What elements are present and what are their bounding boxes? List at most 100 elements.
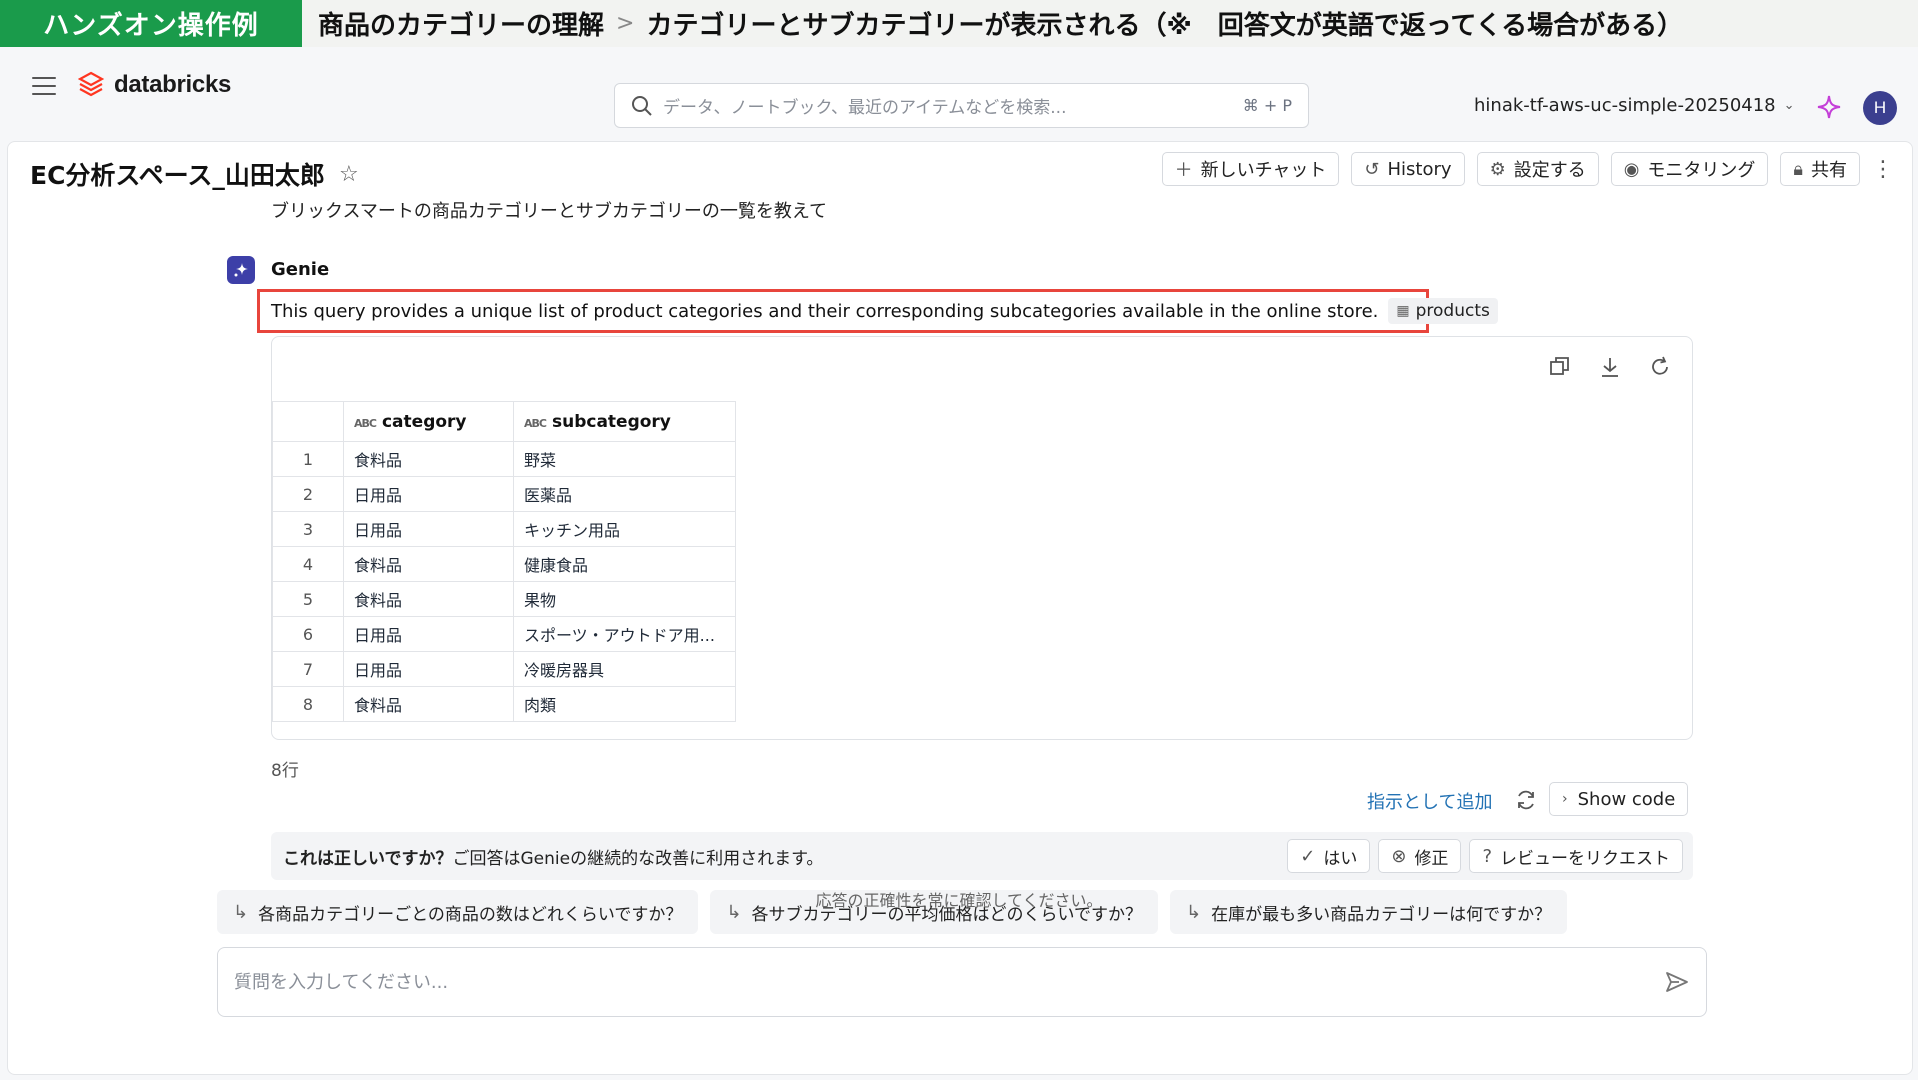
history-button[interactable]: ↺ History: [1351, 152, 1465, 186]
eye-icon: ◉: [1623, 158, 1640, 180]
index-header: [272, 401, 344, 442]
cell-subcategory: 野菜: [513, 441, 736, 477]
column-header-category[interactable]: ABC category: [343, 401, 514, 442]
request-review-label: レビューをリクエスト: [1500, 848, 1670, 869]
new-chat-button[interactable]: ＋ 新しいチャット: [1161, 152, 1340, 186]
feedback-fix-button[interactable]: ⊗ 修正: [1378, 839, 1462, 873]
global-search[interactable]: データ、ノートブック、最近のアイテムなどを検索... ⌘ + P: [614, 83, 1309, 128]
genie-space-panel: EC分析スペース_山田太郎 ☆ ＋ 新しいチャット ↺ History ⚙ 設定する …: [7, 141, 1913, 1075]
new-chat-label: 新しいチャット: [1200, 160, 1327, 181]
row-index: 7: [272, 651, 344, 687]
feedback-yes-label: はい: [1323, 848, 1358, 869]
menu-icon[interactable]: [32, 77, 56, 97]
databricks-logo[interactable]: databricks: [78, 71, 231, 99]
cell-category: 日用品: [343, 511, 514, 547]
table-chip[interactable]: ▦ products: [1388, 298, 1498, 324]
column-header-label: subcategory: [551, 411, 671, 432]
cell-subcategory: 肉類: [513, 686, 736, 722]
row-index: 3: [272, 511, 344, 547]
result-table: ABC category ABC subcategory 1 食料品 野菜 2 日用品 医薬…: [272, 401, 736, 722]
workspace-name: hinak-tf-aws-uc-simple-20250418: [1474, 95, 1776, 116]
cell-category: 食料品: [343, 581, 514, 617]
row-index: 6: [272, 616, 344, 652]
monitoring-button[interactable]: ◉ モニタリング: [1610, 152, 1769, 186]
top-bar: databricks データ、ノートブック、最近のアイテムなどを検索... ⌘ …: [0, 47, 1918, 139]
show-code-button[interactable]: › Show code: [1549, 782, 1689, 816]
cell-category: 食料品: [343, 441, 514, 477]
accuracy-disclaimer: 応答の正確性を常に確認してください。: [815, 891, 1103, 910]
table-row: 3 日用品 キッチン用品: [272, 511, 736, 547]
feedback-fix-label: 修正: [1414, 848, 1449, 869]
column-header-label: category: [381, 411, 467, 432]
cell-subcategory: 健康食品: [513, 546, 736, 582]
table-chip-label: products: [1415, 301, 1490, 321]
show-code-label: Show code: [1577, 788, 1676, 810]
share-button[interactable]: 🔒︎ 共有: [1780, 152, 1860, 186]
gear-icon: ⚙: [1489, 158, 1506, 180]
row-index: 2: [272, 476, 344, 512]
workspace-selector[interactable]: hinak-tf-aws-uc-simple-20250418 ⌄: [1474, 95, 1795, 116]
lock-icon: 🔒︎: [1793, 158, 1803, 180]
settings-label: 設定する: [1513, 160, 1586, 181]
request-review-button[interactable]: ? レビューをリクエスト: [1469, 839, 1683, 873]
page-title: EC分析スペース_山田太郎: [30, 161, 325, 190]
cell-subcategory: 冷暖房器具: [513, 651, 736, 687]
banner-crumb-2: カテゴリーとサブカテゴリーが表示される（※ 回答文が英語で返ってくる場合がある）: [646, 11, 1684, 41]
add-as-instruction-link[interactable]: 指示として追加: [1367, 788, 1492, 814]
settings-button[interactable]: ⚙ 設定する: [1476, 152, 1599, 186]
string-type-icon: ABC: [354, 416, 377, 430]
table-header-row: ABC category ABC subcategory: [272, 401, 736, 442]
feedback-question: これは正しいですか？: [283, 848, 453, 869]
search-icon: [632, 95, 652, 116]
feedback-note: ご回答はGenieの継続的な改善に利用されます。: [452, 848, 824, 869]
table-row: 2 日用品 医薬品: [272, 476, 736, 512]
response-summary: This query provides a unique list of pro…: [271, 300, 1379, 322]
question-input[interactable]: [234, 971, 1664, 993]
table-row: 8 食料品 肉類: [272, 686, 736, 722]
monitoring-label: モニタリング: [1647, 160, 1756, 181]
check-circle-icon: ✓: [1300, 845, 1316, 867]
response-summary-highlight: This query provides a unique list of pro…: [257, 289, 1498, 333]
banner-separator: >: [616, 11, 635, 36]
feedback-bar: これは正しいですか？ ご回答はGenieの継続的な改善に利用されます。 ✓ はい …: [271, 832, 1693, 880]
send-icon[interactable]: [1664, 969, 1690, 995]
row-count: 8行: [271, 761, 299, 781]
avatar[interactable]: H: [1863, 91, 1897, 125]
cell-category: 日用品: [343, 616, 514, 652]
favorite-star-icon[interactable]: ☆: [339, 162, 359, 187]
cell-category: 日用品: [343, 651, 514, 687]
result-table-card: ABC category ABC subcategory 1 食料品 野菜 2 日用品 医薬…: [271, 336, 1693, 740]
copy-icon[interactable]: [1548, 355, 1572, 379]
row-index: 8: [272, 686, 344, 722]
chevron-right-icon: ›: [1562, 791, 1568, 807]
cell-subcategory: 果物: [513, 581, 736, 617]
download-icon[interactable]: [1598, 355, 1622, 379]
cell-subcategory: キッチン用品: [513, 511, 736, 547]
history-label: History: [1387, 158, 1452, 180]
column-header-subcategory[interactable]: ABC subcategory: [513, 401, 736, 442]
cell-category: 食料品: [343, 686, 514, 722]
page-title-row: EC分析スペース_山田太郎 ☆: [30, 156, 359, 192]
cell-category: 日用品: [343, 476, 514, 512]
row-index: 4: [272, 546, 344, 582]
header-actions: ＋ 新しいチャット ↺ History ⚙ 設定する ◉ モニタリング 🔒︎ 共有 ⋮: [1161, 152, 1894, 186]
databricks-logo-icon: [78, 71, 104, 97]
rerun-icon[interactable]: [1648, 355, 1672, 379]
cell-category: 食料品: [343, 546, 514, 582]
row-index: 1: [272, 441, 344, 477]
regenerate-icon[interactable]: [1514, 788, 1538, 812]
result-toolbar: [1548, 355, 1672, 379]
user-question: ブリックスマートの商品カテゴリーとサブカテゴリーの一覧を教えて: [271, 201, 828, 222]
row-index: 5: [272, 581, 344, 617]
question-bubble-icon: ?: [1482, 845, 1492, 867]
table-row: 1 食料品 野菜: [272, 441, 736, 477]
chat-composer: [217, 947, 1707, 1017]
assistant-sparkle-icon[interactable]: [1816, 94, 1842, 120]
search-shortcut: ⌘ + P: [1242, 96, 1292, 115]
table-row: 5 食料品 果物: [272, 581, 736, 617]
feedback-buttons: ✓ はい ⊗ 修正 ? レビューをリクエスト: [1287, 839, 1683, 873]
slide-banner: ハンズオン操作例 商品のカテゴリーの理解 > カテゴリーとサブカテゴリーが表示さ…: [0, 0, 1918, 47]
feedback-yes-button[interactable]: ✓ はい: [1287, 839, 1371, 873]
assistant-name: Genie: [271, 259, 330, 280]
more-options-icon[interactable]: ⋮: [1872, 157, 1894, 182]
